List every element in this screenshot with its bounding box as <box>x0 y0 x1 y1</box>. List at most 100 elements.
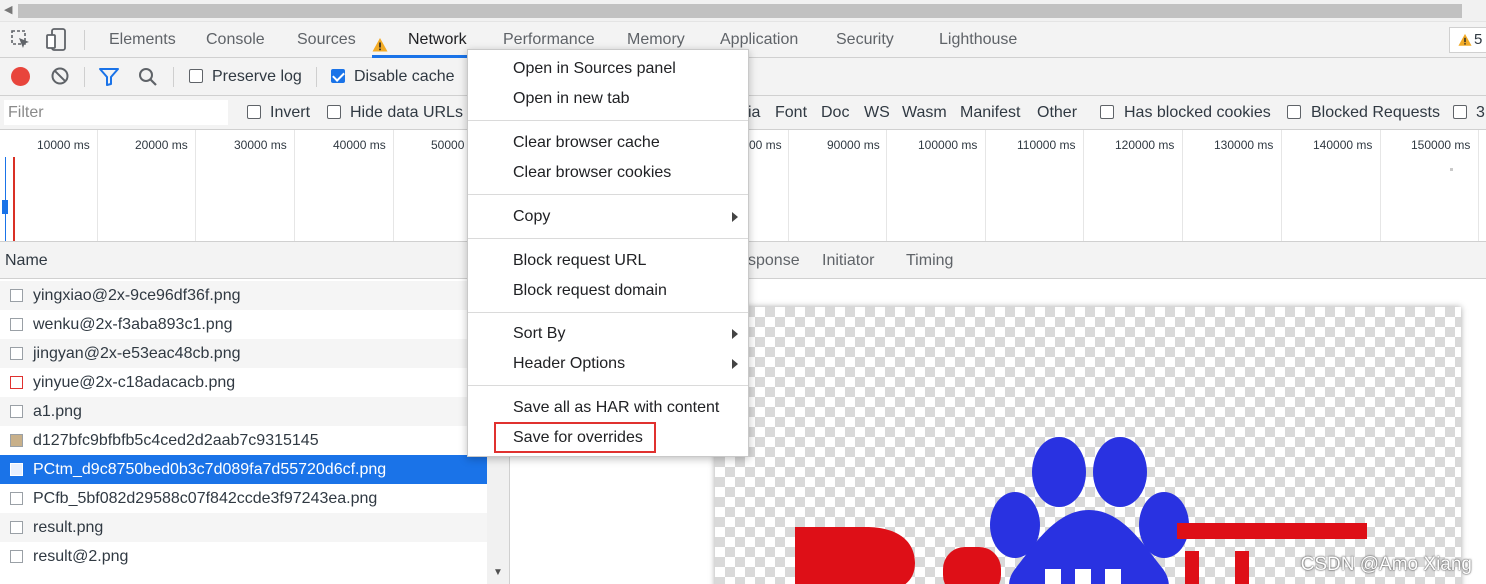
image-file-icon <box>10 521 23 534</box>
warning-count: 5 <box>1474 31 1483 48</box>
scroll-left-icon[interactable]: ◀ <box>4 3 12 16</box>
scrollbar-thumb[interactable] <box>18 4 1462 18</box>
tick-label: 120000 ms <box>1115 138 1175 152</box>
filter-input[interactable] <box>4 100 228 125</box>
image-file-icon <box>10 434 23 447</box>
table-row[interactable]: result.png <box>0 513 487 542</box>
tab-sources[interactable]: Sources <box>297 22 356 58</box>
request-bar <box>2 200 8 214</box>
image-file-icon <box>10 318 23 331</box>
image-file-icon <box>10 463 23 476</box>
table-row[interactable]: yingxiao@2x-9ce96df36f.png <box>0 281 487 310</box>
image-preview <box>715 307 1461 584</box>
watermark-text: CSDN @Amo Xiang <box>1300 554 1472 575</box>
submenu-arrow-icon <box>732 212 738 222</box>
table-row[interactable]: d127bfc9bfbfb5c4ced2d2aab7c9315145 <box>0 426 487 455</box>
menu-item-open-in-sources[interactable]: Open in Sources panel <box>513 60 676 78</box>
tick-label: 100000 ms <box>918 138 978 152</box>
warning-icon <box>372 31 388 52</box>
type-filter-other[interactable]: Other <box>1037 104 1077 122</box>
filter-icon[interactable] <box>98 66 120 88</box>
has-blocked-cookies-checkbox[interactable] <box>1100 105 1114 119</box>
tab-initiator[interactable]: Initiator <box>822 242 874 279</box>
request-name: a1.png <box>33 403 82 420</box>
type-filter-manifest[interactable]: Manifest <box>960 104 1020 122</box>
top-scrollbar[interactable]: ◀ <box>0 0 1486 22</box>
tick-label: 30000 ms <box>234 138 287 152</box>
tick-label: 140000 ms <box>1313 138 1373 152</box>
menu-item-sort-by[interactable]: Sort By <box>513 325 565 343</box>
table-row-selected[interactable]: PCtm_d9c8750bed0b3c7d089fa7d55720d6cf.pn… <box>0 455 487 484</box>
third-party-label-partial: 3 <box>1476 104 1485 121</box>
request-name: result.png <box>33 519 104 536</box>
request-name: yingxiao@2x-9ce96df36f.png <box>33 287 241 304</box>
hide-data-urls-label: Hide data URLs <box>350 104 463 121</box>
tab-security[interactable]: Security <box>836 22 894 58</box>
third-party-checkbox[interactable] <box>1453 105 1467 119</box>
menu-item-clear-cookies[interactable]: Clear browser cookies <box>513 164 671 182</box>
warning-icon <box>1458 33 1472 47</box>
request-name: result@2.png <box>33 548 129 565</box>
clear-icon[interactable] <box>50 66 70 86</box>
image-file-icon <box>10 492 23 505</box>
tab-timing[interactable]: Timing <box>906 242 953 279</box>
type-filter-font[interactable]: Font <box>775 104 807 122</box>
record-button[interactable] <box>11 67 30 86</box>
menu-separator <box>468 194 748 195</box>
table-row[interactable]: result@2.png <box>0 542 487 571</box>
grid-line <box>1380 130 1381 241</box>
preserve-log-checkbox[interactable] <box>189 69 203 83</box>
warnings-badge[interactable]: 5 <box>1449 27 1486 53</box>
menu-separator <box>468 312 748 313</box>
menu-item-header-options[interactable]: Header Options <box>513 355 625 373</box>
image-file-icon <box>10 550 23 563</box>
type-filter-ws[interactable]: WS <box>864 104 890 122</box>
request-name: PCfb_5bf082d29588c07f842ccde3f97243ea.pn… <box>33 490 378 507</box>
tick-label: 50000 <box>431 138 465 152</box>
tab-network[interactable]: Network <box>372 22 472 58</box>
type-filter-media-partial[interactable]: ia <box>748 104 760 122</box>
request-name: d127bfc9bfbfb5c4ced2d2aab7c9315145 <box>33 432 319 449</box>
inspect-element-icon[interactable] <box>10 29 32 51</box>
type-filter-doc[interactable]: Doc <box>821 104 849 122</box>
menu-item-block-url[interactable]: Block request URL <box>513 252 646 270</box>
scroll-down-icon[interactable]: ▼ <box>493 567 503 578</box>
grid-line <box>886 130 887 241</box>
grid-line <box>393 130 394 241</box>
menu-item-block-domain[interactable]: Block request domain <box>513 282 667 300</box>
table-row[interactable]: jingyan@2x-e53eac48cb.png <box>0 339 487 368</box>
name-column-header[interactable]: Name <box>0 242 509 279</box>
menu-item-save-all-har[interactable]: Save all as HAR with content <box>513 399 719 417</box>
hide-data-urls-checkbox[interactable] <box>327 105 341 119</box>
has-blocked-cookies-label: Has blocked cookies <box>1124 104 1271 121</box>
menu-item-clear-cache[interactable]: Clear browser cache <box>513 134 660 152</box>
grid-line <box>1478 130 1479 241</box>
tab-response[interactable]: sponse <box>748 242 800 279</box>
tick-label: 130000 ms <box>1214 138 1274 152</box>
table-row[interactable]: wenku@2x-f3aba893c1.png <box>0 310 487 339</box>
menu-item-open-in-new-tab[interactable]: Open in new tab <box>513 90 630 108</box>
highlight-annotation-box <box>494 422 656 453</box>
table-row[interactable]: a1.png <box>0 397 487 426</box>
menu-item-copy[interactable]: Copy <box>513 208 550 226</box>
table-row[interactable]: PCfb_5bf082d29588c07f842ccde3f97243ea.pn… <box>0 484 487 513</box>
tick-label: 110000 ms <box>1017 138 1076 152</box>
device-toolbar-icon[interactable] <box>44 27 68 53</box>
grid-line <box>985 130 986 241</box>
grid-line <box>1182 130 1183 241</box>
tab-elements[interactable]: Elements <box>109 22 176 58</box>
blocked-requests-label: Blocked Requests <box>1311 104 1440 121</box>
image-file-icon <box>10 289 23 302</box>
request-name: jingyan@2x-e53eac48cb.png <box>33 345 241 362</box>
tab-lighthouse[interactable]: Lighthouse <box>939 22 1017 58</box>
search-icon[interactable] <box>137 66 159 88</box>
menu-separator <box>468 120 748 121</box>
request-list: Name yingxiao@2x-9ce96df36f.png wenku@2x… <box>0 242 510 584</box>
request-name: PCtm_d9c8750bed0b3c7d089fa7d55720d6cf.pn… <box>33 461 387 478</box>
table-row[interactable]: yinyue@2x-c18adacacb.png <box>0 368 487 397</box>
blocked-requests-checkbox[interactable] <box>1287 105 1301 119</box>
type-filter-wasm[interactable]: Wasm <box>902 104 947 122</box>
invert-checkbox[interactable] <box>247 105 261 119</box>
disable-cache-checkbox[interactable] <box>331 69 345 83</box>
tab-console[interactable]: Console <box>206 22 265 58</box>
